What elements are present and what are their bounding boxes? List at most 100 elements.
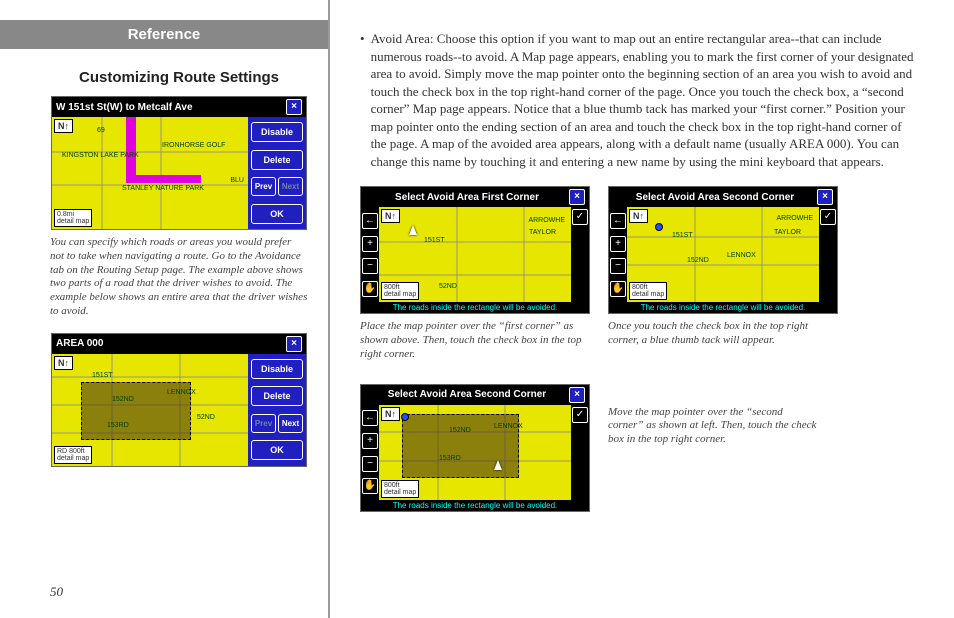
map-label: STANLEY NATURE PARK — [122, 185, 204, 192]
screenshot-avoid-road: W 151st St(W) to Metcalf Ave × N↑ 69 KIN… — [51, 96, 307, 230]
map-label: 152ND — [449, 427, 471, 434]
pan-icon[interactable]: ✋ — [362, 281, 378, 297]
scale-box: 800ft detail map — [381, 282, 419, 300]
north-indicator: N↑ — [54, 356, 73, 370]
paragraph-avoid-area: • Avoid Area: Choose this option if you … — [360, 30, 914, 170]
screenshot-first-corner: Select Avoid Area First Corner × ← + − ✋ — [360, 186, 590, 314]
check-icon[interactable]: ✓ — [820, 209, 836, 225]
tool-sidebar: ← + − ✋ — [609, 207, 627, 302]
map-label: 153RD — [107, 422, 129, 429]
caption-b: Once you touch the check box in the top … — [608, 320, 836, 348]
north-indicator: N↑ — [54, 119, 73, 133]
screenshot-title: Select Avoid Area Second Corner — [613, 192, 817, 203]
close-icon[interactable]: × — [286, 99, 302, 115]
screenshot-titlebar: Select Avoid Area Second Corner × — [609, 187, 837, 207]
zoom-in-icon[interactable]: + — [362, 433, 378, 449]
scale-box: 0.8mi detail map — [54, 209, 92, 227]
screenshot-footer: The roads inside the rectangle will be a… — [609, 302, 837, 313]
section-subtitle: Customizing Route Settings — [50, 69, 308, 86]
map-area[interactable]: N↑ 151ST ARROWHE TAYLOR 52ND 800ft detai… — [379, 207, 571, 302]
map-label: 52ND — [197, 414, 215, 421]
map-label: 152ND — [687, 257, 709, 264]
map-label: KINGSTON LAKE PARK — [62, 152, 139, 159]
scale-box: 800ft detail map — [381, 480, 419, 498]
screenshot-second-corner-tack: Select Avoid Area Second Corner × ← + − … — [608, 186, 838, 314]
check-icon[interactable]: ✓ — [572, 407, 588, 423]
map-label: 153RD — [439, 455, 461, 462]
thumbtack-icon — [401, 413, 409, 421]
prev-button[interactable]: Prev — [251, 177, 276, 196]
zoom-out-icon[interactable]: − — [362, 258, 378, 274]
page-number: 50 — [50, 584, 63, 600]
screenshot-title: AREA 000 — [56, 338, 103, 349]
map-label: 69 — [97, 127, 105, 134]
close-icon[interactable]: × — [286, 336, 302, 352]
disable-button[interactable]: Disable — [251, 122, 303, 142]
screenshot-avoid-area: AREA 000 × N↑ 151ST 152ND 153RD LENNOX 5… — [51, 333, 307, 467]
north-indicator: N↑ — [629, 209, 648, 223]
screenshot-titlebar: AREA 000 × — [52, 334, 306, 354]
zoom-in-icon[interactable]: + — [362, 236, 378, 252]
map-label: TAYLOR — [774, 229, 801, 236]
back-icon[interactable]: ← — [610, 213, 626, 229]
map-area[interactable]: N↑ 151ST 152ND 153RD LENNOX 52ND RD 800f… — [52, 354, 248, 466]
prev-button[interactable]: Prev — [251, 414, 276, 433]
screenshot-footer: The roads inside the rectangle will be a… — [361, 302, 589, 313]
delete-button[interactable]: Delete — [251, 150, 303, 170]
pan-icon[interactable]: ✋ — [610, 281, 626, 297]
map-label: 152ND — [112, 396, 134, 403]
back-icon[interactable]: ← — [362, 213, 378, 229]
caption-a: Place the map pointer over the “first co… — [360, 320, 588, 361]
left-column: Reference Customizing Route Settings W 1… — [0, 0, 330, 618]
confirm-sidebar: ✓ — [819, 207, 837, 302]
map-area[interactable]: N↑ 152ND 153RD LENNOX 800ft detail map — [379, 405, 571, 500]
screenshot-footer: The roads inside the rectangle will be a… — [361, 500, 589, 511]
north-indicator: N↑ — [381, 407, 400, 421]
map-label: LENNOX — [167, 389, 196, 396]
button-panel: Disable Delete Prev Next OK — [248, 117, 306, 229]
disable-button[interactable]: Disable — [251, 359, 303, 379]
map-area[interactable]: N↑ 69 KINGSTON LAKE PARK IRONHORSE GOLF … — [52, 117, 248, 229]
zoom-in-icon[interactable]: + — [610, 236, 626, 252]
map-label: BLU — [230, 177, 244, 184]
map-label: 52ND — [439, 283, 457, 290]
map-label: LENNOX — [727, 252, 756, 259]
close-icon[interactable]: × — [569, 189, 585, 205]
right-column: • Avoid Area: Choose this option if you … — [330, 0, 954, 618]
north-indicator: N↑ — [381, 209, 400, 223]
caption-c: Move the map pointer over the “second co… — [608, 406, 818, 447]
check-icon[interactable]: ✓ — [572, 209, 588, 225]
confirm-sidebar: ✓ — [571, 405, 589, 500]
map-label: IRONHORSE GOLF — [162, 142, 225, 149]
screenshot-titlebar: Select Avoid Area First Corner × — [361, 187, 589, 207]
pan-icon[interactable]: ✋ — [362, 478, 378, 494]
screenshot-second-corner-select: Select Avoid Area Second Corner × ← + − … — [360, 384, 590, 512]
map-pointer-icon — [494, 460, 502, 470]
screenshot-title: Select Avoid Area First Corner — [365, 192, 569, 203]
ok-button[interactable]: OK — [251, 440, 303, 460]
next-button[interactable]: Next — [278, 414, 303, 433]
zoom-out-icon[interactable]: − — [610, 258, 626, 274]
button-panel: Disable Delete Prev Next OK — [248, 354, 306, 466]
map-label: LENNOX — [494, 423, 523, 430]
scale-box: RD 800ft detail map — [54, 446, 92, 464]
ok-button[interactable]: OK — [251, 204, 303, 224]
tool-sidebar: ← + − ✋ — [361, 207, 379, 302]
screenshot-title: W 151st St(W) to Metcalf Ave — [56, 102, 193, 113]
map-area[interactable]: N↑ 151ST 152ND LENNOX ARROWHE TAYLOR 800… — [627, 207, 819, 302]
delete-button[interactable]: Delete — [251, 386, 303, 406]
back-icon[interactable]: ← — [362, 410, 378, 426]
reference-heading: Reference — [0, 20, 328, 49]
map-label: ARROWHE — [776, 215, 813, 222]
next-button[interactable]: Next — [278, 177, 303, 196]
close-icon[interactable]: × — [817, 189, 833, 205]
map-label: 151ST — [672, 232, 693, 239]
map-label: ARROWHE — [528, 217, 565, 224]
bullet-icon: • — [360, 30, 365, 170]
caption-1: You can specify which roads or areas you… — [50, 236, 308, 319]
screenshot-titlebar: Select Avoid Area Second Corner × — [361, 385, 589, 405]
screenshot-title: Select Avoid Area Second Corner — [365, 389, 569, 400]
map-pointer-icon — [409, 225, 417, 235]
close-icon[interactable]: × — [569, 387, 585, 403]
zoom-out-icon[interactable]: − — [362, 456, 378, 472]
